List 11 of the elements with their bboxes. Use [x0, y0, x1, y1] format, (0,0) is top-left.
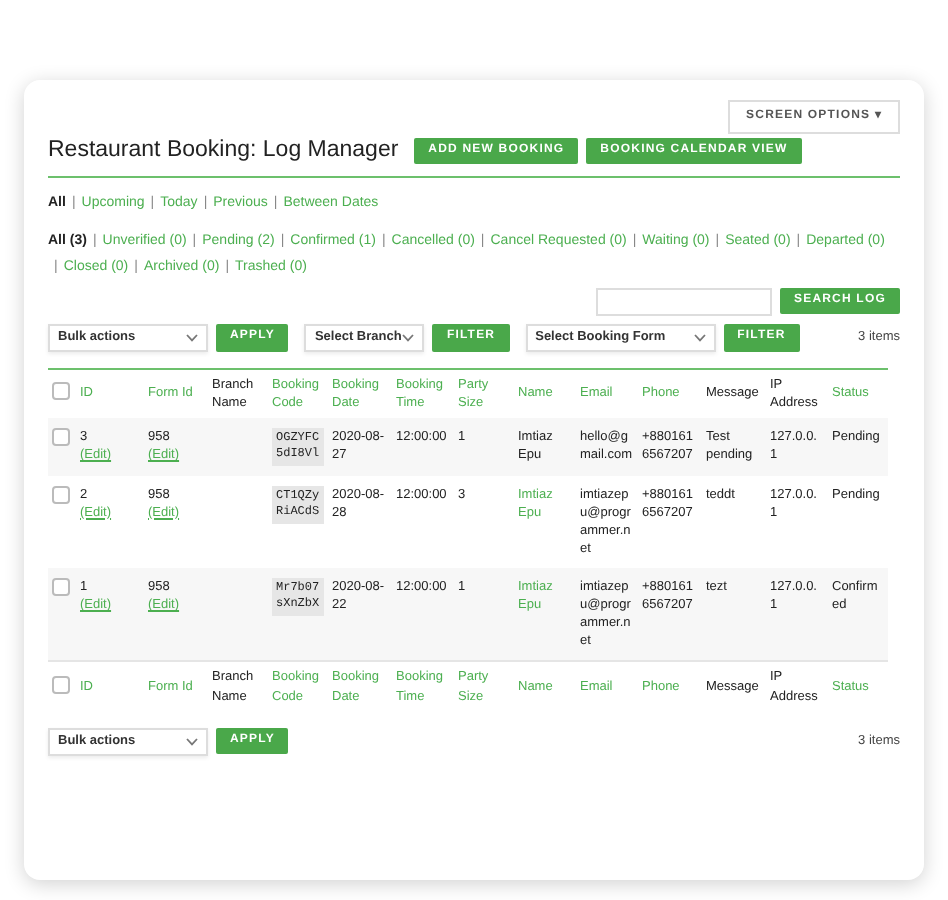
select-all-checkbox[interactable] — [52, 675, 70, 694]
chevron-icon — [693, 333, 706, 342]
page-title: Restaurant Booking: Log Manager — [48, 136, 399, 166]
row-checkbox[interactable] — [52, 578, 70, 597]
row-checkbox[interactable] — [52, 427, 70, 446]
search-field[interactable] — [595, 287, 772, 316]
chevron-icon — [402, 333, 415, 342]
select-all-checkbox[interactable] — [52, 381, 70, 400]
chevron-icon — [186, 333, 198, 342]
row-checkbox[interactable] — [52, 485, 70, 504]
chevron-icon — [186, 737, 198, 746]
